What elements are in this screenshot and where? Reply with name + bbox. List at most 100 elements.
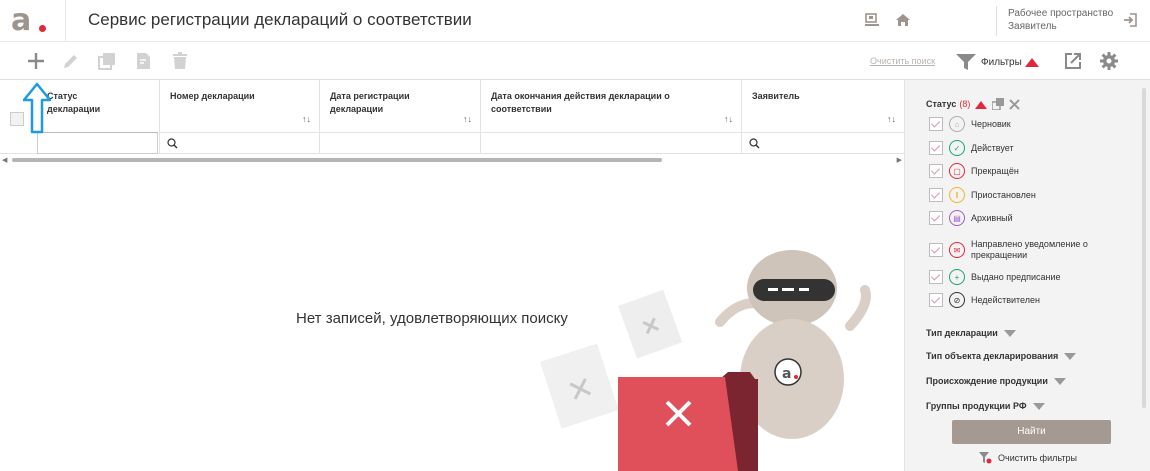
scroll-left-icon[interactable]: ◀ [2, 156, 7, 164]
column-label: Дата окончания действия декларации о [491, 91, 670, 101]
home-icon[interactable] [894, 11, 912, 29]
chevron-down-icon [1053, 377, 1066, 385]
column-label: Номер декларации [170, 91, 255, 101]
column-end-date[interactable]: Дата окончания действия декларации о соо… [481, 80, 742, 154]
chevron-down-icon [1032, 402, 1045, 410]
archive-icon: ▤ [949, 210, 965, 226]
app-title: Сервис регистрации деклараций о соответс… [88, 10, 472, 29]
plus-circle-icon: + [949, 269, 965, 285]
triangle-up-icon [1024, 58, 1039, 67]
panel-scrollbar[interactable] [1142, 88, 1146, 408]
checkbox[interactable] [929, 211, 943, 225]
status-filter-header[interactable]: Статус (8) [926, 98, 1021, 110]
pause-icon: ‖ [949, 187, 965, 203]
filter-group-label: Происхождение продукции [926, 376, 1048, 386]
date-filter-input[interactable] [481, 132, 741, 154]
filter-group-product-groups[interactable]: Группы продукции РФ [926, 401, 1045, 411]
scrollbar-thumb[interactable] [12, 158, 662, 162]
status-option-invalid[interactable]: ⊘ Недействителен [929, 292, 1040, 308]
column-registration-date[interactable]: Дата регистрации декларации ↑↓ [320, 80, 481, 154]
header-divider [996, 6, 997, 36]
checkbox[interactable] [929, 293, 943, 307]
check-icon: ✓ [949, 140, 965, 156]
column-label: Статус [47, 91, 78, 101]
checkbox[interactable] [929, 270, 943, 284]
status-option-suspended[interactable]: ‖ Приостановлен [929, 187, 1036, 203]
chevron-down-icon [1064, 352, 1077, 360]
filter-group-declaration-type[interactable]: Тип декларации [926, 328, 1016, 338]
app-header: a Сервис регистрации деклараций о соотве… [0, 0, 1150, 42]
find-button[interactable]: Найти [952, 420, 1111, 444]
toolbar: Очистить поиск Фильтры [0, 42, 1150, 80]
scroll-right-icon[interactable]: ▶ [897, 156, 902, 164]
date-filter-input[interactable] [320, 132, 480, 154]
horizontal-scrollbar[interactable]: ◀ ▶ [0, 156, 904, 164]
delete-icon[interactable] [170, 51, 190, 71]
filters-button[interactable]: Фильтры [955, 52, 1039, 72]
column-label: Заявитель [752, 91, 800, 101]
column-applicant[interactable]: Заявитель ↑↓ [742, 80, 904, 154]
filter-group-label: Тип декларации [926, 328, 998, 338]
search-input[interactable] [160, 132, 319, 154]
checkbox[interactable] [929, 188, 943, 202]
settings-gear-icon[interactable] [1099, 51, 1119, 71]
copy-icon[interactable] [97, 51, 117, 71]
sort-icon[interactable]: ↑↓ [463, 114, 472, 124]
status-option-archived[interactable]: ▤ Архивный [929, 210, 1013, 226]
search-icon [749, 138, 760, 149]
checkbox[interactable] [929, 164, 943, 178]
stop-icon: ▢ [949, 163, 965, 179]
triangle-up-icon[interactable] [975, 100, 988, 109]
status-label: Прекращён [971, 165, 1019, 176]
app-logo[interactable]: a [0, 0, 66, 42]
status-option-prescription[interactable]: + Выдано предписание [929, 269, 1061, 285]
svg-text:a: a [782, 366, 791, 382]
close-icon[interactable] [1009, 98, 1021, 110]
registry-icon[interactable] [863, 11, 881, 29]
empty-state-robot-illustration: a [540, 250, 871, 471]
filter-group-label: Группы продукции РФ [926, 401, 1027, 411]
status-label: Черновик [971, 118, 1011, 129]
status-label: Приостановлен [971, 189, 1036, 200]
column-label: Дата регистрации [330, 91, 410, 101]
filter-group-label: Тип объекта декларирования [926, 351, 1059, 361]
status-label: Направлено уведомление о прекращении [971, 239, 1088, 260]
status-option-active[interactable]: ✓ Действует [929, 140, 1014, 156]
annotation-arrow-icon [22, 82, 52, 134]
export-icon[interactable] [1063, 51, 1083, 71]
status-label: Недействителен [971, 294, 1040, 305]
column-declaration-number[interactable]: Номер декларации ↑↓ [160, 80, 320, 154]
status-label: Действует [971, 142, 1014, 153]
status-option-draft[interactable]: ⌂ Черновик [929, 116, 1011, 132]
status-label: Архивный [971, 212, 1013, 223]
status-filter-input[interactable] [37, 132, 158, 154]
status-option-notice-sent[interactable]: ✉ Направлено уведомление о прекращении [929, 238, 1088, 262]
clear-filters-button[interactable]: Очистить фильтры [978, 451, 1077, 465]
add-icon[interactable] [26, 51, 46, 71]
filters-panel: Статус (8) ⌂ Черновик ✓ Действует ▢ Прек… [904, 80, 1150, 471]
workspace-value: Заявитель [1008, 21, 1057, 32]
filter-group-object-type[interactable]: Тип объекта декларирования [926, 351, 1077, 361]
sort-icon[interactable]: ↑↓ [724, 114, 733, 124]
filters-label: Фильтры [981, 56, 1022, 68]
copy-icon[interactable] [992, 98, 1005, 110]
edit-icon[interactable] [61, 51, 81, 71]
workspace-label: Рабочее пространство [1008, 8, 1114, 19]
status-option-terminated[interactable]: ▢ Прекращён [929, 163, 1019, 179]
filter-group-product-origin[interactable]: Происхождение продукции [926, 376, 1066, 386]
funnel-icon [956, 54, 976, 70]
checkbox[interactable] [929, 141, 943, 155]
draft-icon: ⌂ [949, 116, 965, 132]
workspace-selector[interactable]: Рабочее пространство Заявитель [1008, 7, 1116, 33]
clear-search-link[interactable]: Очистить поиск [870, 56, 935, 66]
sort-icon[interactable]: ↑↓ [302, 114, 311, 124]
search-icon [167, 138, 178, 149]
checkbox[interactable] [929, 117, 943, 131]
clear-filter-icon [979, 452, 992, 464]
sort-icon[interactable]: ↑↓ [887, 114, 896, 124]
document-edit-icon[interactable] [134, 51, 154, 71]
search-input[interactable] [742, 132, 904, 154]
clear-filters-label: Очистить фильтры [998, 453, 1077, 463]
checkbox[interactable] [929, 243, 943, 257]
logout-icon[interactable] [1122, 12, 1138, 28]
